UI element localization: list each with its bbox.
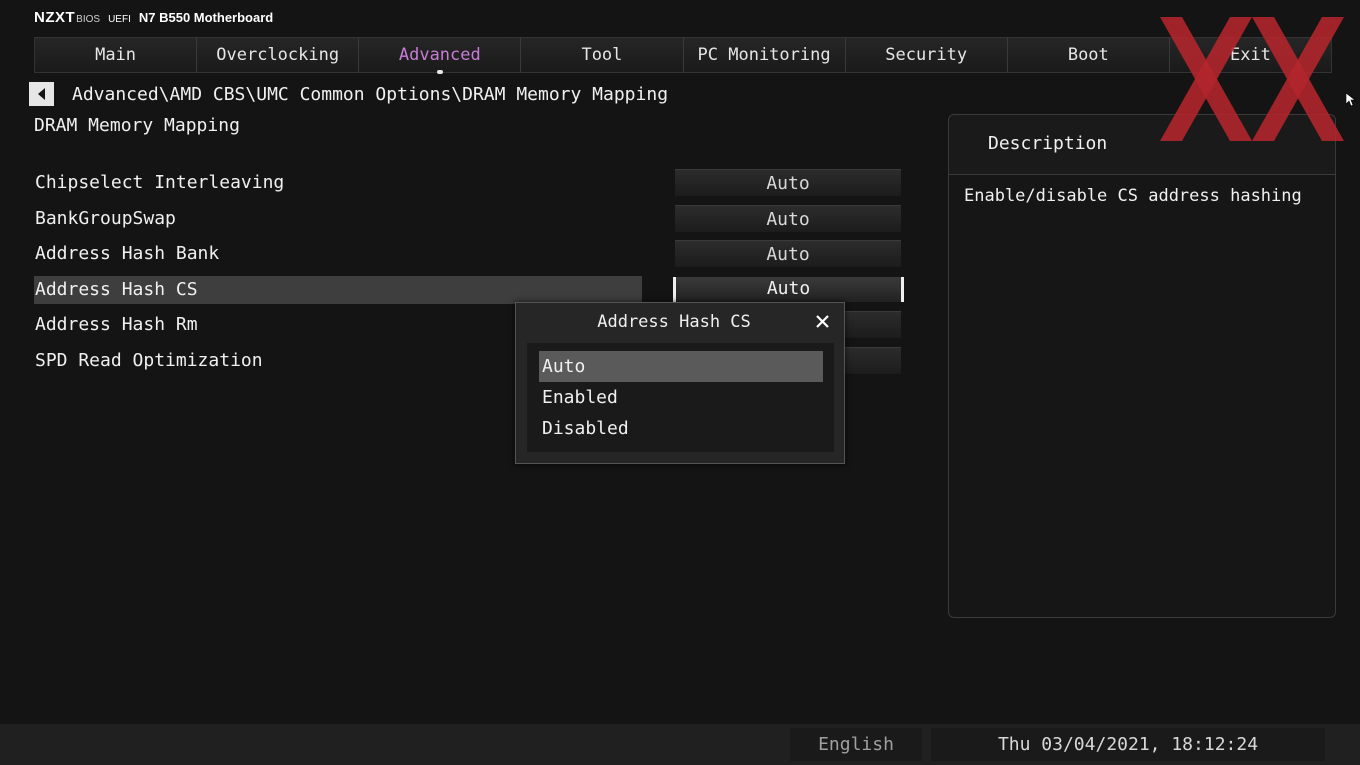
setting-value-button[interactable]: Auto [673, 276, 904, 302]
dialog-options-list: Auto Enabled Disabled [527, 343, 834, 452]
hardwareluxx-xx-logo [1160, 17, 1344, 141]
main-tab-bar: Main Overclocking Advanced Tool PC Monit… [34, 37, 1332, 74]
setting-label: BankGroupSwap [35, 207, 176, 229]
setting-value-button[interactable]: Auto [675, 240, 901, 267]
setting-value-button[interactable]: Auto [675, 204, 901, 232]
page-title: DRAM Memory Mapping [34, 115, 240, 136]
dialog-close-button[interactable] [812, 311, 832, 331]
dialog-option-enabled[interactable]: Enabled [539, 382, 823, 413]
breadcrumb: Advanced\AMD CBS\UMC Common Options\DRAM… [72, 84, 669, 105]
brand-name: NZXT [34, 9, 76, 26]
tab-pc-monitoring[interactable]: PC Monitoring [683, 38, 846, 72]
tab-overclocking[interactable]: Overclocking [197, 38, 360, 72]
brand-bios: BIOS [76, 14, 101, 25]
language-selector[interactable]: English [790, 728, 922, 761]
brand-model: N7 B550 Motherboard [138, 10, 274, 25]
tab-boot[interactable]: Boot [1007, 38, 1170, 72]
brand-uefi: UEFI [108, 14, 131, 25]
option-dialog: Address Hash CS Auto Enabled Disabled [515, 302, 845, 464]
tab-tool[interactable]: Tool [521, 38, 684, 72]
close-icon [815, 314, 829, 328]
back-button[interactable] [29, 82, 54, 106]
description-text: Enable/disable CS address hashing [964, 186, 1302, 206]
setting-label: Address Hash CS [34, 275, 642, 304]
setting-label: Address Hash Bank [35, 243, 220, 264]
tab-main[interactable]: Main [35, 38, 198, 72]
dialog-option-auto[interactable]: Auto [539, 351, 823, 382]
dialog-title: Address Hash CS [597, 312, 751, 332]
brand-logo: NZXT BIOS UEFI N7 B550 Motherboard [34, 9, 273, 29]
tab-advanced[interactable]: Advanced [359, 38, 522, 74]
mouse-cursor-icon [1346, 93, 1356, 107]
description-panel: Description Enable/disable CS address ha… [948, 114, 1336, 618]
setting-row-bankgroupswap[interactable]: BankGroupSwap Auto [34, 201, 904, 237]
setting-value-button[interactable]: Auto [675, 169, 901, 196]
setting-row-chipselect-interleaving[interactable]: Chipselect Interleaving Auto [34, 165, 904, 201]
back-arrow-icon [37, 88, 45, 100]
dialog-option-disabled[interactable]: Disabled [539, 413, 823, 444]
setting-row-address-hash-bank[interactable]: Address Hash Bank Auto [34, 236, 904, 272]
tab-security[interactable]: Security [845, 38, 1008, 72]
datetime-display[interactable]: Thu 03/04/2021, 18:12:24 [931, 728, 1325, 761]
setting-label: Chipselect Interleaving [35, 172, 285, 193]
